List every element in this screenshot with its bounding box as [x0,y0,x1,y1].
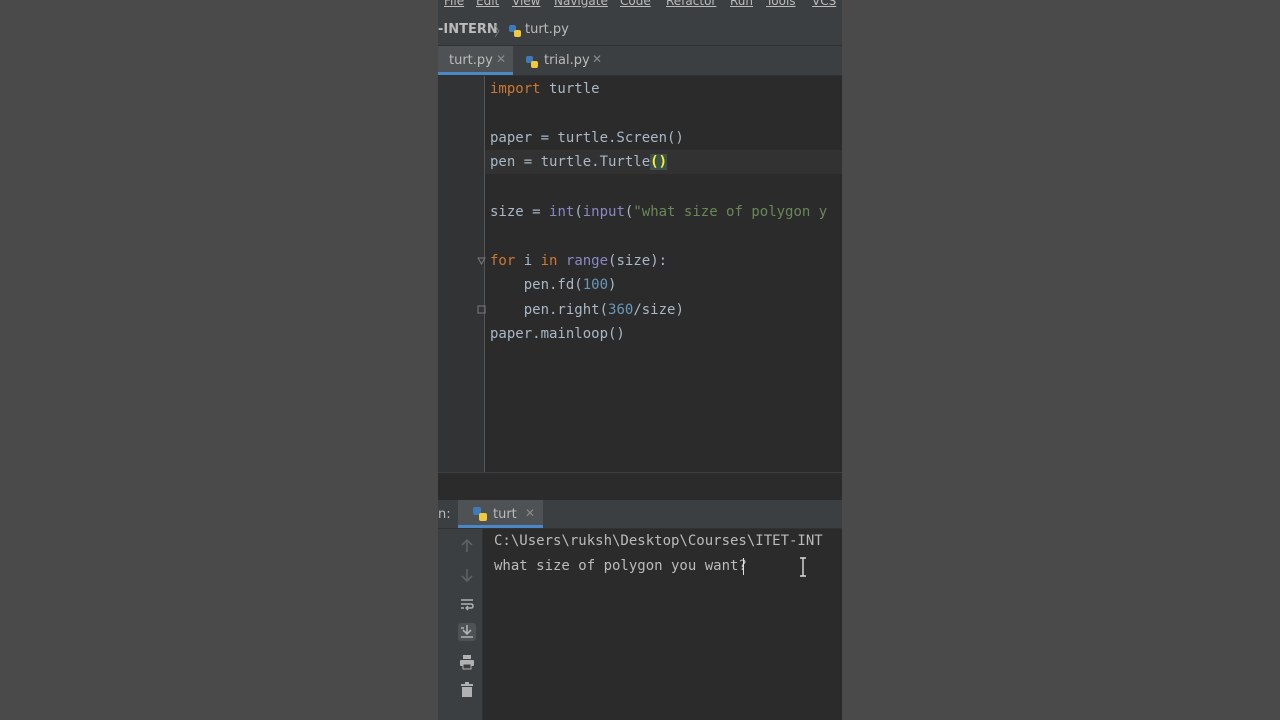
console-prompt-line: what size of polygon you want? [494,558,747,574]
menu-view[interactable]: View [512,0,540,8]
menu-navigate[interactable]: Navigate [554,0,608,8]
tab-label: trial.py [544,53,590,68]
menu-refactor[interactable]: Refactor [666,0,716,8]
close-icon[interactable]: ✕ [525,506,535,520]
trash-icon[interactable] [458,681,476,699]
code-line-9: pen.fd(100) [490,277,617,293]
ide-window: File Edit View Navigate Code Refactor Ru… [438,0,842,720]
print-icon[interactable] [458,653,476,671]
code-line-4: pen = turtle.Turtle() [490,154,668,170]
breadcrumb-file[interactable]: turt.py [525,22,569,37]
soft-wrap-icon[interactable] [458,595,476,613]
code-line-1: import turtle [490,81,600,97]
ibeam-cursor-icon [800,557,806,577]
python-file-icon [472,506,488,526]
python-file-icon [525,54,539,73]
console-path-line: C:\Users\ruksh\Desktop\Courses\ITET-INT [494,533,823,549]
right-backdrop [842,0,1280,720]
tab-trial-py[interactable]: trial.py ✕ [514,46,608,75]
menu-vcs[interactable]: VCS [812,0,836,8]
menu-run[interactable]: Run [730,0,753,8]
code-line-8: for i in range(size): [490,253,668,269]
breadcrumb: -INTERN 〉 turt.py [438,12,842,46]
menu-edit[interactable]: Edit [476,0,499,8]
code-content: import turtle paper = turtle.Screen() pe… [490,76,827,342]
down-arrow-icon[interactable] [458,566,476,584]
code-line-3: paper = turtle.Screen() [490,130,684,146]
run-console[interactable]: C:\Users\ruksh\Desktop\Courses\ITET-INT … [483,529,842,720]
scroll-to-end-icon[interactable] [458,623,476,641]
python-file-icon [508,23,522,42]
fold-icon[interactable] [477,257,486,266]
close-icon[interactable]: ✕ [592,52,602,66]
menu-code[interactable]: Code [620,0,651,8]
text-caret [743,558,744,575]
code-line-6: size = int(input("what size of polygon y [490,204,828,220]
tab-turt-py[interactable]: turt.py ✕ [438,46,513,75]
left-backdrop [0,0,438,720]
editor-tabs: turt.py ✕ trial.py ✕ [438,46,842,76]
breadcrumb-separator: 〉 [494,25,508,40]
menu-tools[interactable]: Tools [766,0,796,8]
breadcrumb-project[interactable]: -INTERN [438,22,498,37]
run-tab-turt[interactable]: turt ✕ [458,500,543,528]
menu-bar: File Edit View Navigate Code Refactor Ru… [438,0,842,12]
fold-end-icon[interactable] [477,305,486,314]
console-toolbar [452,529,483,720]
up-arrow-icon[interactable] [458,537,476,555]
close-icon[interactable]: ✕ [496,52,506,66]
menu-file[interactable]: File [444,0,464,8]
line-gutter[interactable] [438,76,486,472]
code-line-11: paper.mainloop() [490,326,625,342]
code-line-10: pen.right(360/size) [490,302,684,318]
run-toolbar: n: turt ✕ [438,500,842,529]
run-side-strip [438,529,452,720]
code-editor[interactable]: import turtle paper = turtle.Screen() pe… [438,76,842,472]
run-label: n: [438,507,451,522]
tab-label: turt.py [449,53,493,68]
editor-bottom-strip [438,472,842,500]
run-tab-label: turt [493,507,517,522]
